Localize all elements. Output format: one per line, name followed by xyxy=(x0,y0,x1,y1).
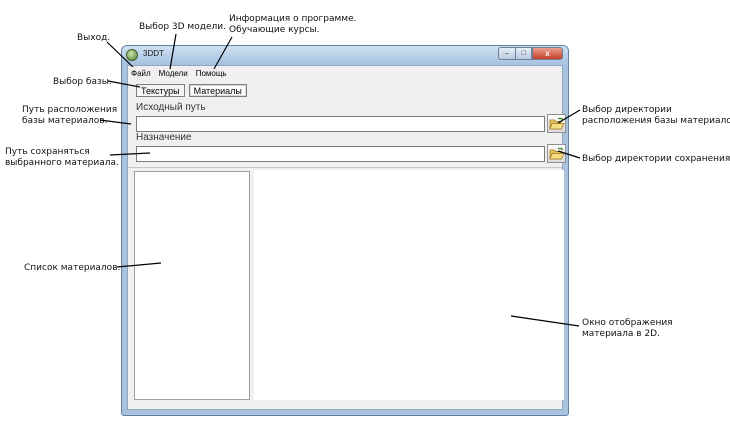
source-path-input[interactable] xyxy=(136,116,545,132)
callout-materials-list: Список материалов. xyxy=(24,263,121,273)
base-tabs: Текстуры Материалы xyxy=(136,84,247,97)
browse-source-button[interactable] xyxy=(547,114,566,133)
title-bar[interactable]: 3DDT – □ x xyxy=(122,46,568,64)
tab-materials[interactable]: Материалы xyxy=(188,84,247,97)
callout-about-line1: Информация о программе. xyxy=(229,14,357,24)
callout-dest-path-line2: выбранного материала. xyxy=(5,158,119,168)
callout-view-window-line1: Окно отображения xyxy=(582,318,673,328)
callout-browse-source-line1: Выбор директории xyxy=(582,105,672,115)
callout-about-line2: Обучающие курсы. xyxy=(229,25,320,35)
callout-source-path-line2: базы материалов. xyxy=(22,116,108,126)
material-preview-2d xyxy=(254,170,564,400)
window-title: 3DDT xyxy=(143,49,164,58)
callout-exit: Выход. xyxy=(77,33,111,43)
close-button[interactable]: x xyxy=(532,47,563,60)
client-area: Файл Модели Помощь Текстуры Материалы Ис… xyxy=(127,65,566,410)
folder-open-icon xyxy=(549,117,565,130)
folder-open-icon xyxy=(549,147,565,160)
separator xyxy=(128,167,562,168)
callout-model-select: Выбор 3D модели. xyxy=(139,22,226,32)
menu-bar: Файл Модели Помощь xyxy=(128,66,562,80)
maximize-button[interactable]: □ xyxy=(515,47,532,60)
materials-list[interactable] xyxy=(134,171,250,400)
callout-browse-dest: Выбор директории сохранения. xyxy=(582,154,730,164)
callout-base-select: Выбор базы. xyxy=(53,77,112,87)
tab-textures[interactable]: Текстуры xyxy=(136,84,185,97)
app-icon xyxy=(126,49,138,61)
callout-dest-path-line1: Путь сохраняться xyxy=(5,147,90,157)
dest-path-input[interactable] xyxy=(136,146,545,162)
window-controls: – □ x xyxy=(498,47,563,61)
minimize-button[interactable]: – xyxy=(498,47,515,60)
callout-source-path-line1: Путь расположения xyxy=(22,105,118,115)
menu-models[interactable]: Модели xyxy=(155,69,192,78)
menu-file[interactable]: Файл xyxy=(128,69,155,78)
callout-browse-source-line2: расположения базы материалов. xyxy=(582,116,730,126)
browse-dest-button[interactable] xyxy=(547,144,566,163)
source-path-label: Исходный путь xyxy=(136,102,206,113)
callout-view-window-line2: материала в 2D. xyxy=(582,329,660,339)
dest-path-label: Назначение xyxy=(136,132,192,143)
app-window: 3DDT – □ x Файл Модели Помощь Текстуры М… xyxy=(121,45,569,416)
menu-help[interactable]: Помощь xyxy=(192,69,231,78)
